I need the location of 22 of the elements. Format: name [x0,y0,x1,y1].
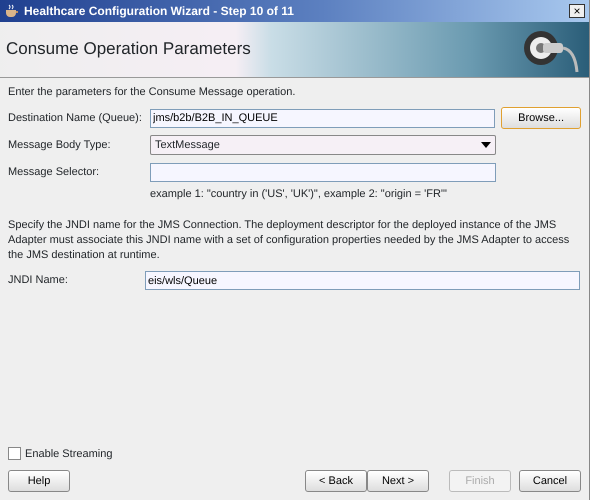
page-title: Consume Operation Parameters [6,39,251,60]
help-button[interactable]: Help [8,470,70,492]
jndi-help-text: Specify the JNDI name for the JMS Connection. The deployment descriptor for the deployed instance of the JMS Adapter must associate this JNDI name with a set of configuration properties needed by the JMS Adapter to access the JMS destination at runtime. [8,218,570,263]
browse-button[interactable]: Browse... [501,107,581,129]
text-field[interactable] [150,162,496,182]
close-button[interactable]: × [569,4,585,18]
app-icon [4,4,20,18]
intro-text: Enter the parameters for the Consume Message operation. [8,85,296,100]
field-label: Message Selector: [8,164,100,180]
example-text: example 1: "country in ('US', 'UK')", example 2: "origin = 'FR'" [150,186,448,202]
field-label: JNDI Name: [8,273,69,288]
wizard-button[interactable]: Next > [367,470,429,492]
field-label: Destination Name (Queue): [8,110,143,126]
wizard-button[interactable]: < Back [305,470,367,492]
wizard-button[interactable]: Cancel [519,470,581,492]
dropdown-arrow-icon [481,142,491,148]
jndi-field[interactable]: eis/wls/Queue [145,271,580,290]
body-type-dropdown[interactable]: TextMessage [150,135,496,155]
window-title: Healthcare Configuration Wizard - Step 10 of 11 [24,3,294,20]
streaming-checkbox[interactable]: Enable Streaming [8,446,581,462]
field-label: Message Body Type: [8,138,112,153]
text-field[interactable]: jms/b2b/B2B_IN_QUEUE [150,108,496,128]
